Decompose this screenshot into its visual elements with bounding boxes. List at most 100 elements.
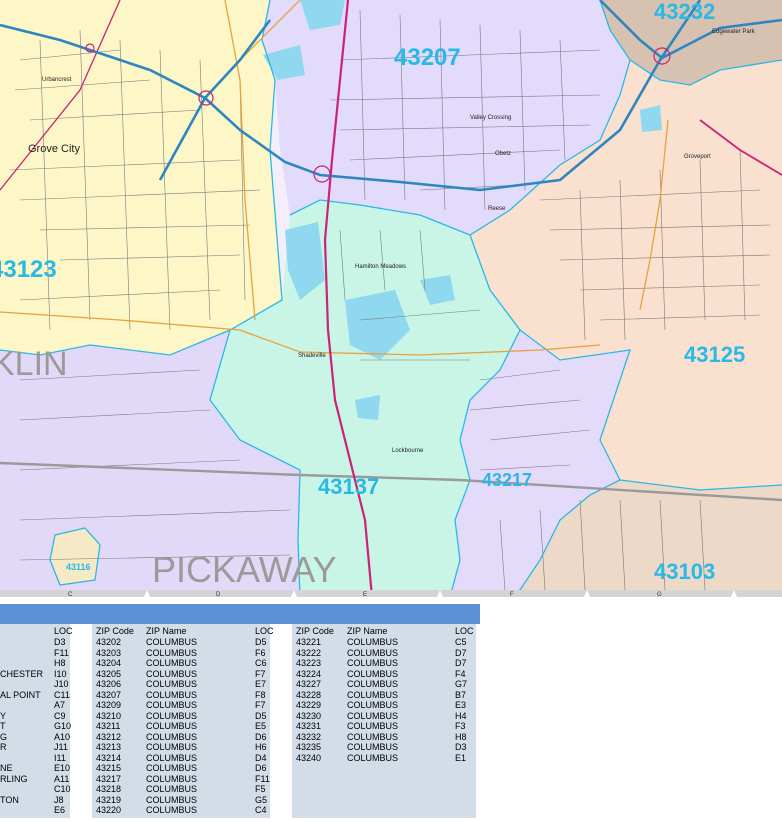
table-cell: B7: [455, 689, 467, 700]
table-cell: COLUMBUS: [347, 658, 399, 668]
table-cell: RLING: [0, 773, 28, 784]
column-header-zip-code: ZIP Code: [296, 626, 334, 636]
place-lockbourne: Lockbourne: [392, 448, 424, 454]
place-reese: Reese: [488, 206, 506, 212]
table-cell: COLUMBUS: [146, 794, 198, 805]
county-label-franklin: KLIN: [0, 345, 68, 383]
zip-code-map: Grove City Urbancrest Valley Crossing Ob…: [0, 0, 782, 597]
table-cell: COLUMBUS: [146, 752, 198, 763]
zip-index-table: LOC D3 F11 H8 CHESTER I10 J10 AL POINT C11 A7 Y C9…: [0, 624, 476, 818]
table-cell: 43231: [296, 721, 322, 731]
zip-label-43207: 43207: [394, 44, 461, 71]
table-cell: R: [0, 742, 7, 752]
table-cell: G: [0, 731, 8, 742]
table-cell: E7: [255, 679, 267, 689]
column-header-zip-name: ZIP Name: [146, 626, 187, 636]
table-cell: D4: [255, 752, 267, 763]
table-cell: 43209: [96, 700, 122, 710]
table-cell: D7: [455, 658, 467, 668]
table-cell: F11: [255, 773, 270, 784]
table-cell: COLUMBUS: [146, 805, 198, 815]
column-header-zip-name: ZIP Name: [347, 626, 388, 636]
table-cell: COLUMBUS: [146, 689, 198, 700]
zip-index-header-bar: [0, 604, 480, 624]
table-cell: G7: [455, 679, 468, 689]
table-cell: C9: [54, 710, 66, 721]
table-cell: I11: [54, 752, 66, 763]
table-cell: D5: [255, 637, 267, 647]
table-cell: C4: [255, 805, 267, 815]
table-cell: COLUMBUS: [146, 679, 198, 689]
table-cell: COLUMBUS: [347, 742, 399, 752]
table-cell: 43235: [296, 742, 322, 752]
table-cell: NE: [0, 763, 13, 773]
table-cell: COLUMBUS: [146, 784, 198, 794]
table-cell: COLUMBUS: [146, 700, 198, 710]
zip-region-43123: [0, 0, 282, 355]
table-cell: COLUMBUS: [146, 742, 198, 752]
table-cell: 43224: [296, 668, 322, 679]
table-cell: COLUMBUS: [146, 647, 198, 658]
table-cell: COLUMBUS: [146, 731, 198, 742]
table-cell: A10: [54, 731, 71, 742]
table-cell: 43210: [96, 710, 122, 721]
grid-label-e: E: [363, 592, 367, 597]
table-cell: G10: [54, 721, 72, 731]
table-cell: 43223: [296, 658, 322, 668]
column-header-loc: LOC: [455, 626, 474, 636]
zip-label-43137: 43137: [318, 474, 379, 499]
table-cell: F4: [455, 668, 466, 679]
grid-label-g: G: [657, 592, 662, 597]
table-cell: 43230: [296, 710, 322, 721]
table-cell: H6: [255, 742, 267, 752]
table-cell: 43232: [296, 731, 322, 742]
grid-bar: [0, 590, 782, 597]
table-cell: F5: [255, 784, 266, 794]
table-cell: F7: [255, 668, 266, 679]
zip-label-43103: 43103: [654, 559, 715, 584]
table-cell: 43202: [96, 637, 122, 647]
table-cell: A11: [54, 773, 70, 784]
table-cell: C10: [54, 784, 71, 794]
table-cell: COLUMBUS: [146, 637, 198, 647]
table-cell: J11: [54, 742, 68, 752]
table-cell: 43205: [96, 668, 122, 679]
table-cell: E6: [54, 805, 66, 815]
table-cell: AL POINT: [0, 689, 41, 700]
zip-label-43217: 43217: [482, 470, 532, 490]
table-cell: TON: [0, 794, 19, 805]
place-valley-crossing: Valley Crossing: [470, 115, 511, 121]
place-edgewater-park: Edgewater Park: [712, 29, 756, 35]
table-cell: D3: [455, 742, 467, 752]
table-cell: COLUMBUS: [347, 721, 399, 731]
zip-label-43125: 43125: [684, 342, 745, 367]
table-cell: A7: [54, 700, 66, 710]
table-cell: F3: [455, 721, 466, 731]
place-groveport: Groveport: [684, 154, 711, 160]
zip-index-group-3: ZIP Code ZIP Name LOC 43221 COLUMBUS C5 432…: [292, 624, 476, 818]
county-label-pickaway: PICKAWAY: [152, 549, 337, 590]
table-cell: J8: [54, 794, 64, 805]
column-header-loc: LOC: [255, 626, 274, 636]
table-cell: 43227: [296, 679, 322, 689]
table-cell: E3: [455, 700, 467, 710]
zip-index-group-1: LOC D3 F11 H8 CHESTER I10 J10 AL POINT C11 A7 Y C9…: [0, 624, 73, 818]
table-cell: C5: [455, 637, 467, 647]
table-cell: 43220: [96, 805, 122, 815]
place-urbancrest: Urbancrest: [42, 77, 72, 83]
table-cell: D6: [255, 763, 267, 773]
place-hamilton-meadows: Hamilton Meadows: [355, 264, 406, 270]
grid-label-c: C: [68, 592, 73, 597]
table-cell: 43211: [96, 721, 121, 731]
table-cell: H4: [455, 710, 467, 721]
table-cell: D6: [255, 731, 267, 742]
table-cell: COLUMBUS: [347, 668, 399, 679]
zip-label-43232: 43232: [654, 0, 715, 24]
table-cell: 43204: [96, 658, 122, 668]
table-cell: H8: [54, 658, 66, 668]
table-cell: 43218: [96, 784, 122, 794]
place-grove-city: Grove City: [28, 143, 80, 155]
table-cell: COLUMBUS: [146, 668, 198, 679]
table-cell: 43217: [96, 773, 122, 784]
table-cell: COLUMBUS: [347, 679, 399, 689]
